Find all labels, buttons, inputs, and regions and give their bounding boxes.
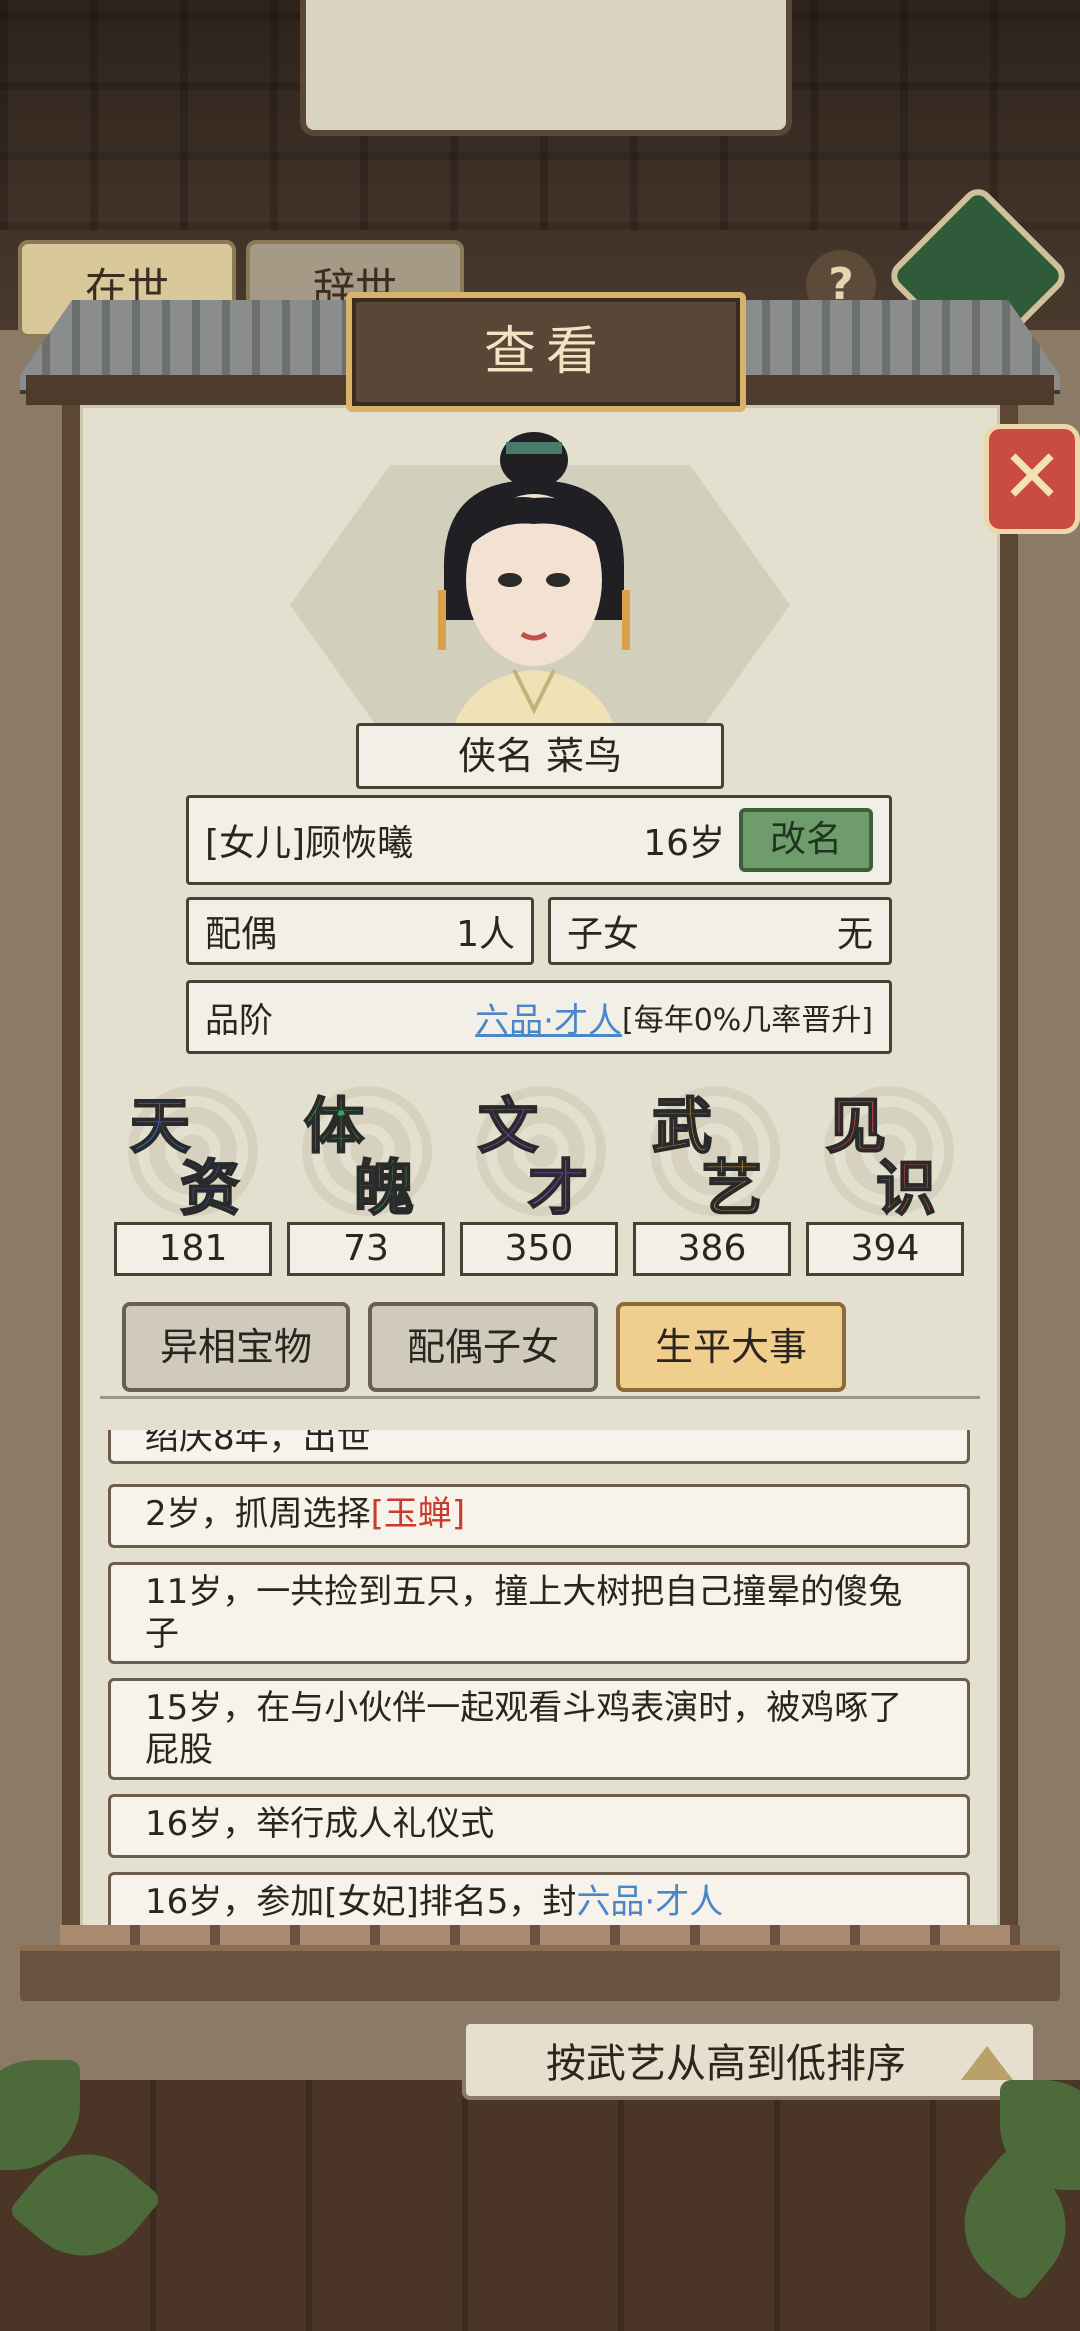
character-portrait	[438, 432, 630, 725]
children-row: 子女 无	[548, 897, 892, 965]
close-button[interactable]: ✕	[984, 424, 1080, 534]
stat-value-martial: 386	[633, 1222, 791, 1276]
event-text: 15岁，在与小伙伴一起观看斗鸡表演时，被鸡啄了屁股	[145, 1688, 903, 1770]
divider	[100, 1396, 980, 1413]
children-label: 子女	[567, 914, 640, 955]
event-text: 16岁，举行成人礼仪式	[145, 1804, 495, 1844]
spouse-value: 1人	[456, 914, 515, 955]
stat-char-2: 识	[875, 1153, 937, 1225]
spouse-row: 配偶 1人	[186, 897, 534, 965]
list-item: 16岁，举行成人礼仪式	[108, 1794, 970, 1858]
painting-panel	[300, 0, 792, 136]
event-text: 11岁，一共捡到五只，撞上大树把自己撞晕的傻兔子	[145, 1572, 903, 1654]
event-highlight: [玉蝉]	[370, 1494, 466, 1534]
spouse-label: 配偶	[205, 914, 278, 955]
stat-value-insight: 394	[806, 1222, 964, 1276]
children-value: 无	[836, 914, 873, 955]
stat-value-aptitude: 181	[114, 1222, 272, 1276]
dialog-title: 查看	[346, 292, 746, 412]
hero-name-value: 菜鸟	[546, 734, 623, 778]
stat-value-physique: 73	[287, 1222, 445, 1276]
stat-char-2: 资	[179, 1153, 241, 1225]
stat-char-2: 艺	[701, 1153, 763, 1225]
rename-button[interactable]: 改名	[739, 808, 873, 872]
stat-insight: 见 识	[814, 1078, 964, 1228]
stat-char-2: 才	[527, 1153, 589, 1225]
rank-label: 品阶	[205, 1000, 273, 1041]
rank-link[interactable]: 六品·才人	[475, 993, 622, 1042]
list-item: 绍庆8年，出世	[108, 1430, 970, 1464]
close-icon: ✕	[1000, 434, 1063, 520]
tab-treasures[interactable]: 异相宝物	[122, 1302, 350, 1392]
stat-martial: 武 艺	[640, 1078, 790, 1228]
sort-dropdown[interactable]: 按武艺从高到低排序	[462, 2020, 1037, 2100]
rank-row: 品阶 六品·才人 [每年0%几率晋升]	[186, 980, 892, 1054]
identity-row: [女儿]顾恢曦 16岁 改名	[186, 795, 892, 885]
hero-name-plate: 侠名 菜鸟	[356, 723, 724, 789]
stat-char-2: 魄	[353, 1153, 415, 1225]
bottom-frame	[20, 1945, 1060, 2001]
age-value: 16岁	[643, 823, 725, 864]
hero-name-label: 侠名	[457, 734, 534, 778]
stat-literary: 文 才	[466, 1078, 616, 1228]
rank-note: [每年0%几率晋升]	[621, 1003, 873, 1038]
wooden-floor	[0, 2080, 1080, 2331]
triangle-up-icon	[961, 2046, 1013, 2080]
event-text: 2岁，抓周选择	[145, 1494, 371, 1534]
event-highlight: 六品·才人	[576, 1882, 724, 1922]
stat-physique: 体 魄	[292, 1078, 442, 1228]
tab-family[interactable]: 配偶子女	[368, 1302, 598, 1392]
stat-aptitude: 天 资	[118, 1078, 268, 1228]
list-item: 15岁，在与小伙伴一起观看斗鸡表演时，被鸡啄了屁股	[108, 1678, 970, 1780]
list-item: 11岁，一共捡到五只，撞上大树把自己撞晕的傻兔子	[108, 1562, 970, 1664]
list-item: 2岁，抓周选择[玉蝉]	[108, 1484, 970, 1548]
identity-name: [女儿]顾恢曦	[205, 823, 414, 864]
sort-label: 按武艺从高到低排序	[546, 2041, 906, 2087]
tab-life-events[interactable]: 生平大事	[616, 1302, 846, 1392]
stat-value-literary: 350	[460, 1222, 618, 1276]
event-text: 绍庆8年，出世	[145, 1430, 371, 1458]
life-events-list[interactable]: 绍庆8年，出世 2岁，抓周选择[玉蝉] 11岁，一共捡到五只，撞上大树把自己撞晕…	[108, 1430, 970, 1940]
event-text: 16岁，参加[女妃]排名5，封	[145, 1882, 577, 1922]
